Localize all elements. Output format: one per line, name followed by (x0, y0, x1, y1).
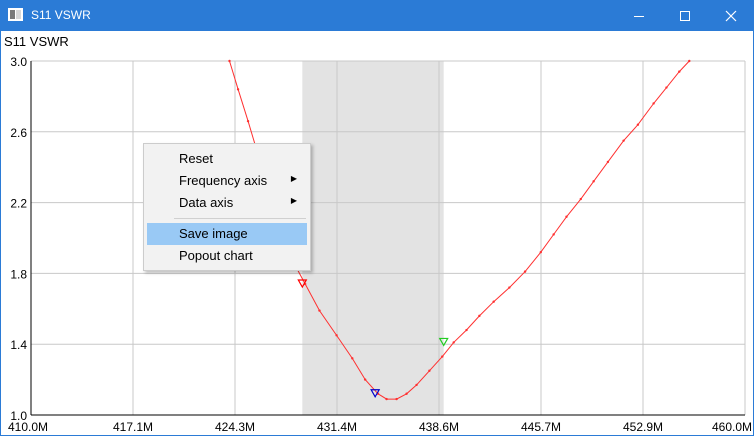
submenu-arrow-icon: ▶ (290, 196, 297, 205)
menu-item-label: Reset (179, 151, 213, 166)
minimize-icon (634, 16, 644, 17)
menu-item-frequency-axis[interactable]: Frequency axis ▶ (147, 170, 307, 192)
menu-item-label: Frequency axis (179, 173, 268, 188)
minimize-button[interactable] (616, 0, 662, 31)
menu-item-label: Popout chart (179, 248, 253, 263)
menu-separator (174, 218, 306, 219)
maximize-button[interactable] (662, 0, 708, 31)
menu-item-reset[interactable]: Reset (147, 148, 307, 170)
window-title: S11 VSWR (31, 8, 91, 22)
close-button[interactable] (708, 0, 754, 31)
close-icon (725, 10, 737, 22)
menu-item-popout-chart[interactable]: Popout chart (147, 245, 307, 267)
menu-item-label: Data axis (179, 195, 234, 210)
context-menu: Reset Frequency axis ▶ Data axis ▶ Save … (143, 143, 311, 271)
menu-item-save-image[interactable]: Save image (147, 223, 307, 245)
menu-item-data-axis[interactable]: Data axis ▶ (147, 192, 307, 214)
menu-item-label: Save image (179, 226, 248, 241)
submenu-arrow-icon: ▶ (290, 174, 297, 183)
app-window-icon (8, 8, 23, 21)
title-bar: S11 VSWR (0, 0, 754, 31)
window-border (0, 31, 754, 436)
maximize-icon (680, 11, 690, 21)
